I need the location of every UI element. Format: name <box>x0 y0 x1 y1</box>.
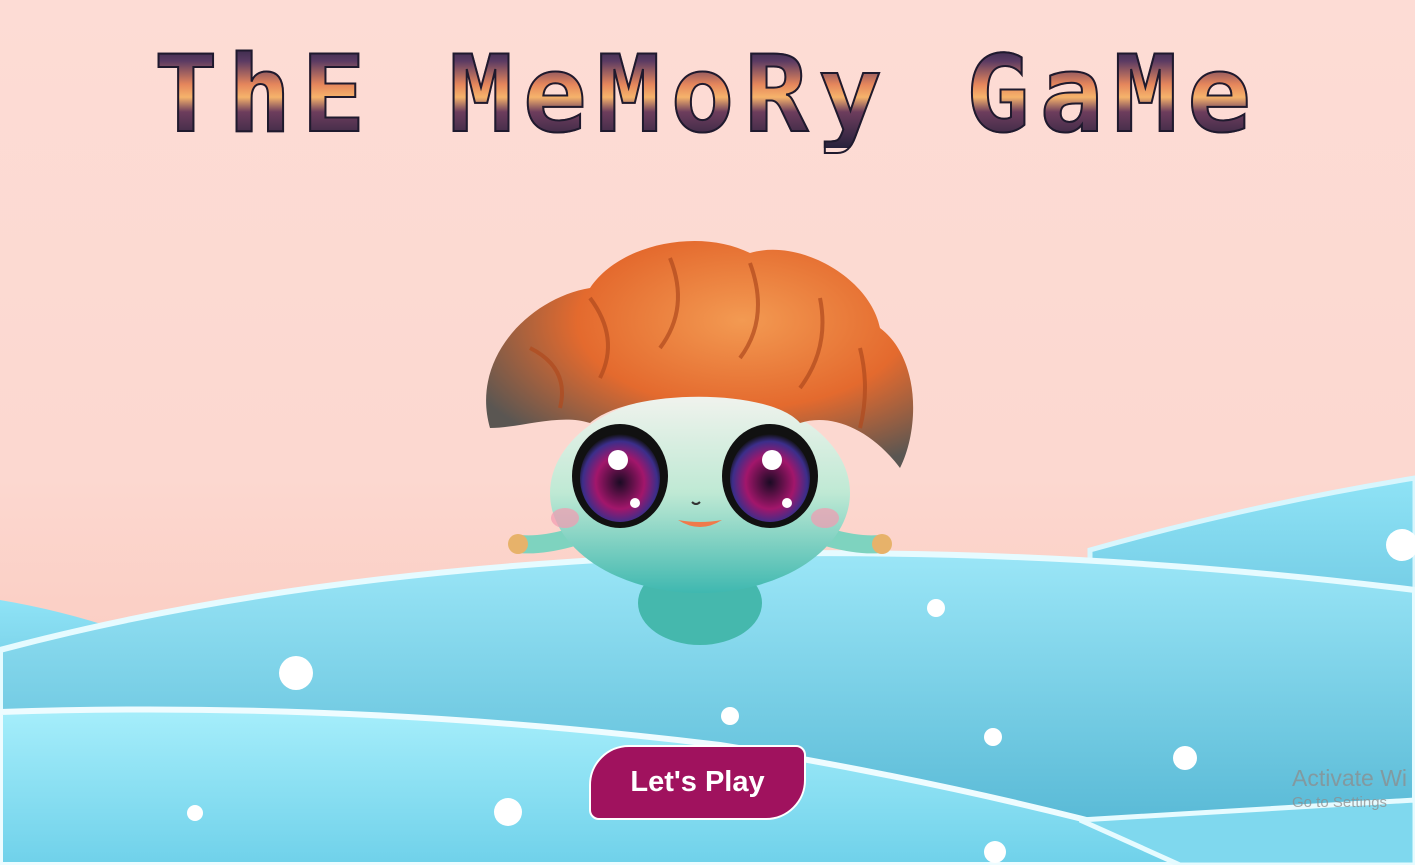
watermark-line-1: Activate Wi <box>1292 765 1408 791</box>
brain-mascot-icon <box>486 240 914 645</box>
lets-play-button[interactable]: Let's Play <box>589 745 806 820</box>
watermark-line-2: Go to Settings <box>1292 794 1388 811</box>
activate-windows-watermark: Activate Wi Go to Settings <box>1292 765 1415 811</box>
game-title: ThE MeMoRy GaMe <box>0 41 1415 149</box>
